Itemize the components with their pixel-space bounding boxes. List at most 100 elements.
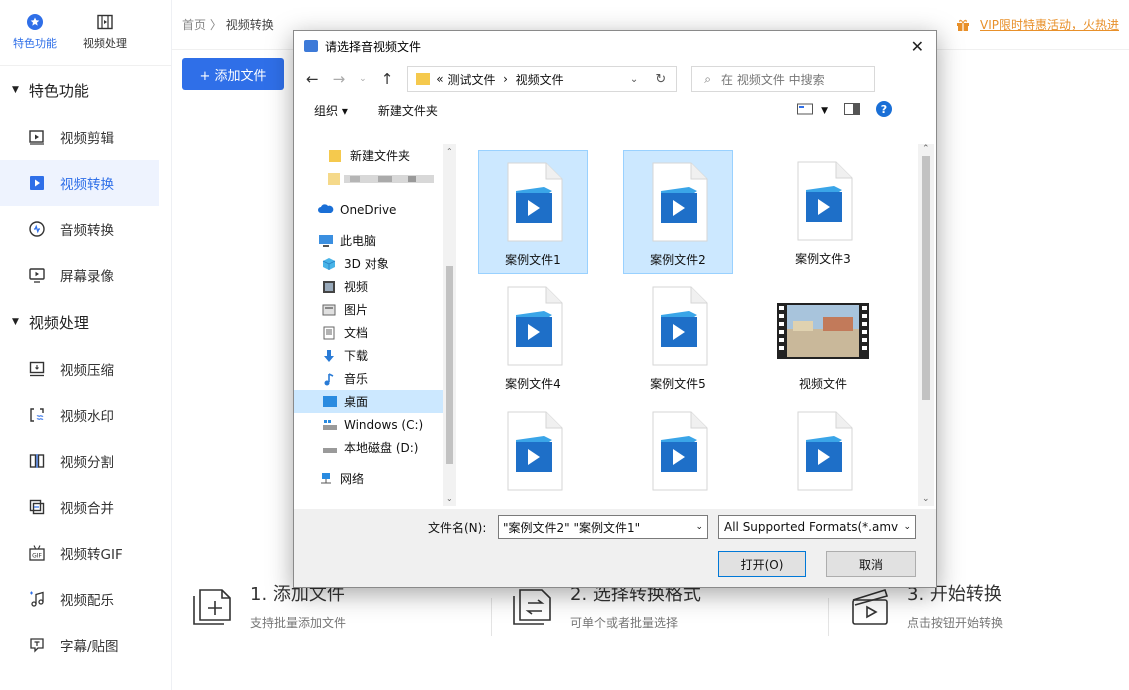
chevron-down-icon[interactable]: ⌄ [630, 74, 638, 85]
tree-item-blurred[interactable] [294, 167, 456, 190]
video-file-icon [647, 161, 709, 243]
breadcrumb-home[interactable]: 首页 [182, 18, 206, 32]
tree-item-downloads[interactable]: 下载 [294, 344, 456, 367]
tree-item-drive-c[interactable]: Windows (C:) [294, 413, 456, 436]
sidebar-item-watermark[interactable]: 视频水印 [0, 392, 171, 438]
tree-item-desktop[interactable]: 桌面 [294, 390, 456, 413]
tree-item-this-pc[interactable]: 此电脑 [294, 229, 456, 252]
gift-icon [956, 19, 970, 31]
preview-pane-icon[interactable] [844, 103, 860, 118]
sidebar-item-subtitle[interactable]: 字幕/贴图 [0, 622, 171, 668]
scroll-down-icon[interactable]: ⌄ [446, 494, 453, 503]
up-arrow-icon[interactable]: ↑ [381, 70, 394, 88]
chevron-down-icon[interactable]: ⌄ [695, 522, 703, 532]
caret-down-icon: ▼ [12, 85, 19, 95]
scroll-up-icon[interactable]: ⌃ [446, 147, 453, 156]
sidebar-item-screen-record[interactable]: 屏幕录像 [0, 252, 171, 298]
chevron-down-icon[interactable]: ▼ [821, 106, 828, 116]
scroll-up-icon[interactable]: ⌃ [922, 144, 930, 154]
section-featured[interactable]: ▼ 特色功能 [0, 66, 171, 114]
filename-label: 文件名(N): [428, 521, 487, 535]
filename-input[interactable]: "案例文件2" "案例文件1" ⌄ [498, 515, 708, 539]
back-arrow-icon[interactable]: ← [306, 70, 319, 88]
music-note-icon [322, 372, 338, 386]
tree-item-drive-d[interactable]: 本地磁盘 (D:) [294, 436, 456, 459]
sidebar-item-label: 视频剪辑 [60, 131, 114, 147]
file-name: 案例文件2 [650, 253, 706, 267]
video-thumbnail [773, 285, 873, 367]
filetype-select[interactable]: All Supported Formats(*.amv ⌄ [718, 515, 916, 539]
music-icon [28, 590, 46, 608]
file-item[interactable]: 案例文件2 [623, 150, 733, 274]
file-scrollbar-thumb[interactable] [922, 156, 930, 400]
tree-item-label: 本地磁盘 (D:) [344, 441, 419, 455]
sidebar: 特色功能 视频处理 ▼ 特色功能 视频剪辑 视频转换 音频转换 屏幕录像 ▼ 视… [0, 0, 172, 690]
file-item[interactable]: 案例文件1 [478, 150, 588, 274]
file-item[interactable]: 案例文件5 [623, 275, 733, 399]
sidebar-item-music[interactable]: 视频配乐 [0, 576, 171, 622]
search-icon: ⌕ [704, 71, 712, 86]
vip-promo-link[interactable]: VIP限时特惠活动，火热进 [956, 16, 1119, 33]
sidebar-item-merge[interactable]: 视频合并 [0, 484, 171, 530]
tree-item-pictures[interactable]: 图片 [294, 298, 456, 321]
file-item[interactable]: 视频文件 [768, 275, 878, 399]
sidebar-item-label: 视频分割 [60, 455, 114, 471]
path-box[interactable]: « 测试文件 › 视频文件 ⌄ ↻ [407, 66, 678, 92]
tree-item-label: 文档 [344, 326, 369, 340]
file-name: 案例文件5 [650, 377, 706, 391]
file-item[interactable] [623, 400, 733, 506]
tree-item-network[interactable]: 网络 [294, 467, 456, 490]
step-desc: 可单个或者批量选择 [570, 616, 679, 630]
cancel-button[interactable]: 取消 [826, 551, 916, 577]
sidebar-item-gif[interactable]: GIF 视频转GIF [0, 530, 171, 576]
tree-item-label: OneDrive [340, 202, 397, 217]
new-folder-button[interactable]: 新建文件夹 [378, 102, 438, 119]
blurred-folder-icon [328, 172, 434, 186]
section-video-processing[interactable]: ▼ 视频处理 [0, 298, 171, 346]
sidebar-item-video-edit[interactable]: 视频剪辑 [0, 114, 171, 160]
tree-item-videos[interactable]: 视频 [294, 275, 456, 298]
tree-item-onedrive[interactable]: OneDrive [294, 198, 456, 221]
help-icon[interactable]: ? [876, 101, 892, 120]
file-scrollbar[interactable]: ⌃ ⌄ [918, 144, 934, 506]
recent-dropdown-icon[interactable]: ⌄ [359, 74, 367, 84]
dialog-toolbar: 组织 ▾ 新建文件夹 ▼ ? [294, 97, 936, 123]
file-name: 视频文件 [798, 377, 847, 391]
tree-scrollbar[interactable]: ⌃ ⌄ [443, 144, 456, 506]
sidebar-item-audio-convert[interactable]: 音频转换 [0, 206, 171, 252]
view-options-icon[interactable] [797, 103, 814, 118]
breadcrumb-current: 视频转换 [225, 18, 274, 32]
video-edit-icon [28, 128, 46, 146]
forward-arrow-icon[interactable]: → [333, 70, 346, 88]
file-item[interactable] [478, 400, 588, 506]
close-icon[interactable]: ✕ [911, 37, 924, 56]
file-item[interactable]: 案例文件3 [768, 150, 878, 274]
scroll-down-icon[interactable]: ⌄ [922, 494, 930, 504]
subtitle-icon [28, 636, 46, 654]
sidebar-item-split[interactable]: 视频分割 [0, 438, 171, 484]
tree-item-music[interactable]: 音乐 [294, 367, 456, 390]
file-item[interactable] [768, 400, 878, 506]
sidebar-item-video-convert[interactable]: 视频转换 [0, 160, 159, 206]
tree-scrollbar-thumb[interactable] [446, 266, 453, 464]
organize-button[interactable]: 组织 ▾ [314, 102, 348, 119]
tree-item-3d[interactable]: 3D 对象 [294, 252, 456, 275]
chevron-down-icon[interactable]: ⌄ [903, 522, 911, 532]
path-part[interactable]: 测试文件 [447, 71, 495, 88]
add-file-button[interactable]: + 添加文件 [182, 58, 284, 90]
tree-item-documents[interactable]: 文档 [294, 321, 456, 344]
file-item[interactable]: 案例文件4 [478, 275, 588, 399]
sidebar-item-compress[interactable]: 视频压缩 [0, 346, 171, 392]
refresh-icon[interactable]: ↻ [655, 72, 666, 87]
sidebar-item-label: 字幕/贴图 [60, 639, 119, 655]
search-input[interactable]: ⌕ 在 视频文件 中搜索 [691, 66, 876, 92]
path-part[interactable]: 视频文件 [516, 71, 564, 88]
tab-featured[interactable]: 特色功能 [0, 0, 70, 65]
dialog-title: 请选择音视频文件 [325, 39, 422, 54]
file-name: 案例文件4 [505, 377, 561, 391]
tree-item-new-folder[interactable]: 新建文件夹 [294, 144, 456, 167]
tree-item-label: Windows (C:) [344, 417, 424, 432]
star-icon [27, 14, 43, 30]
open-button[interactable]: 打开(O) [718, 551, 806, 577]
tab-video-processing[interactable]: 视频处理 [70, 0, 140, 65]
